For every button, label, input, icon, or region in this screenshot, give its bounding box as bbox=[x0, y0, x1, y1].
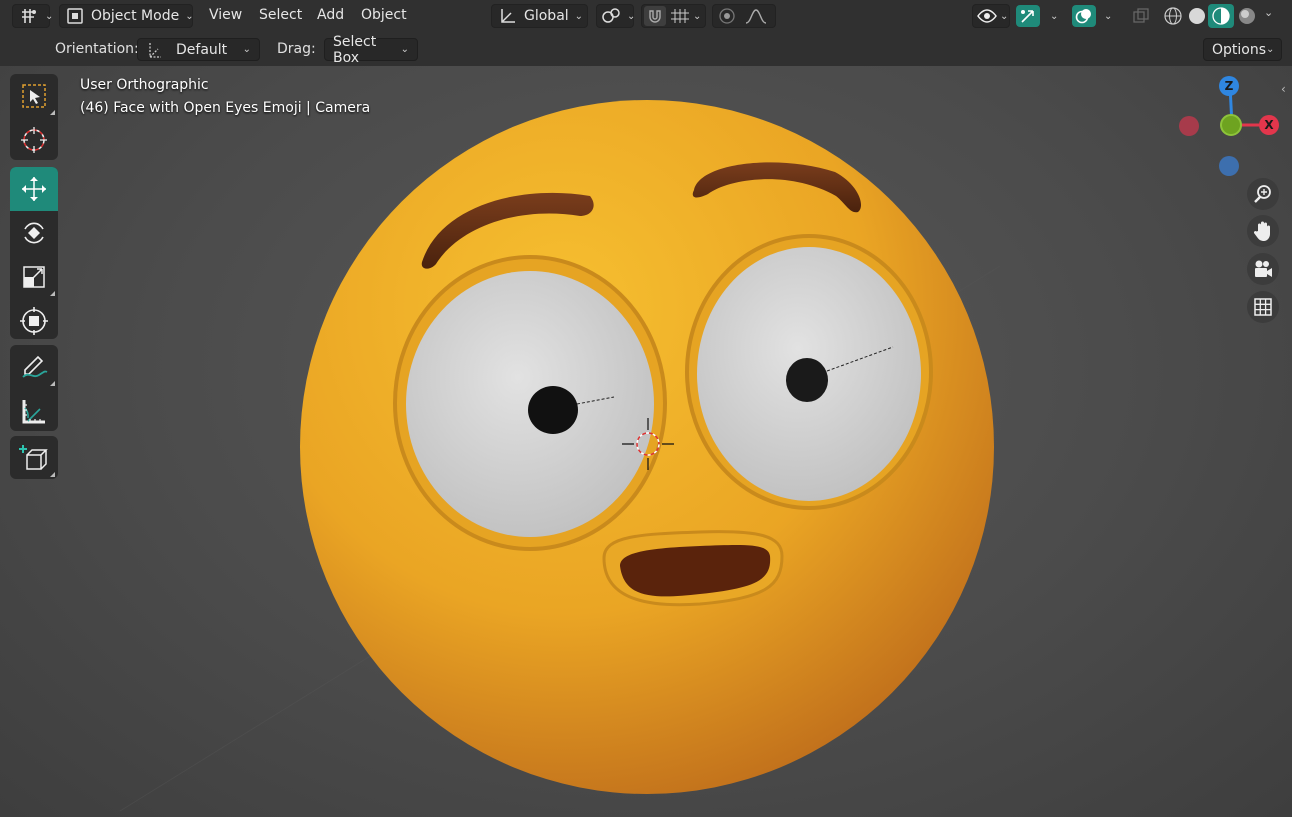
gizmo-toggle[interactable]: ⌄ bbox=[1016, 4, 1068, 28]
navigation-gizmo[interactable]: Z X bbox=[1172, 70, 1282, 180]
scale-tool[interactable] bbox=[10, 255, 58, 299]
material-sphere-icon bbox=[1212, 7, 1230, 25]
drag-setting-dropdown[interactable]: Select Box ⌄ bbox=[324, 34, 418, 66]
snap-group: ⌄ bbox=[641, 4, 706, 28]
falloff-curve-icon[interactable] bbox=[745, 7, 767, 25]
camera-view-button[interactable] bbox=[1247, 253, 1279, 285]
orientation-setting-label: Orientation: bbox=[55, 41, 139, 57]
add-cube-tool[interactable] bbox=[10, 436, 58, 479]
select-box-icon bbox=[22, 84, 46, 108]
hand-pan-icon bbox=[1253, 221, 1270, 241]
rotate-tool[interactable] bbox=[10, 211, 58, 255]
object-mode-icon bbox=[66, 7, 84, 25]
scale-icon bbox=[23, 266, 45, 288]
toolbar-group-add bbox=[10, 436, 58, 479]
orientation-axes-icon bbox=[498, 7, 516, 25]
add-cube-icon bbox=[19, 445, 48, 470]
viewport-editor-icon bbox=[19, 8, 39, 24]
gizmo-neg-z-axis[interactable] bbox=[1219, 156, 1239, 176]
ortho-toggle-button[interactable] bbox=[1247, 291, 1279, 323]
shading-options-caret[interactable]: ⌄ bbox=[1264, 6, 1273, 19]
orientation-label: Global bbox=[524, 8, 569, 24]
transform-orientation-dropdown[interactable]: Global ⌄ bbox=[491, 4, 588, 28]
sidebar-toggle-chevron-icon[interactable]: ‹ bbox=[1281, 82, 1286, 96]
toolbar-group-transform bbox=[10, 167, 58, 339]
object-info: (46) Face with Open Eyes Emoji | Camera bbox=[80, 100, 371, 116]
measure-tool[interactable] bbox=[10, 389, 58, 431]
rotate-icon bbox=[24, 222, 44, 244]
proportional-editing-icon[interactable] bbox=[715, 6, 739, 26]
editor-type-button[interactable]: ⌄ bbox=[12, 4, 53, 28]
viewport-header: ⌄ Object Mode ⌄ View Select Add Object G… bbox=[0, 0, 1292, 32]
camera-icon bbox=[1255, 260, 1272, 277]
pivot-point-icon bbox=[601, 7, 621, 25]
snap-increment-icon[interactable] bbox=[670, 8, 690, 24]
mode-dropdown[interactable]: Object Mode ⌄ bbox=[59, 4, 194, 28]
pan-button[interactable] bbox=[1247, 215, 1279, 247]
transform-icon bbox=[20, 307, 48, 335]
cursor-tool[interactable] bbox=[10, 118, 58, 160]
gizmo-y-axis[interactable] bbox=[1220, 114, 1242, 136]
magnet-snap-icon[interactable] bbox=[644, 6, 666, 26]
visibility-dropdown[interactable]: ⌄ bbox=[972, 4, 1010, 28]
zoom-icon bbox=[1254, 185, 1271, 203]
menu-add[interactable]: Add bbox=[317, 7, 344, 23]
orientation-setting-dropdown[interactable]: Default ⌄ bbox=[137, 38, 260, 61]
grid-icon bbox=[1254, 298, 1272, 316]
mode-label: Object Mode bbox=[91, 8, 180, 24]
eye-icon bbox=[977, 8, 997, 24]
measure-ruler-icon bbox=[22, 400, 45, 424]
gizmo-x-axis[interactable]: X bbox=[1259, 115, 1279, 135]
options-label: Options bbox=[1212, 41, 1267, 58]
orientation-default-icon bbox=[146, 42, 162, 58]
gizmo-icon bbox=[1016, 5, 1040, 27]
drag-setting-label: Drag: bbox=[277, 41, 316, 57]
orientation-setting-value: Default bbox=[176, 41, 228, 58]
solid-sphere-icon bbox=[1189, 8, 1205, 24]
xray-icon[interactable] bbox=[1132, 7, 1150, 25]
menu-view[interactable]: View bbox=[209, 7, 242, 23]
overlay-icon bbox=[1072, 5, 1096, 27]
toolbar-group-annotate bbox=[10, 345, 58, 431]
cursor-icon bbox=[21, 127, 47, 153]
menu-object[interactable]: Object bbox=[361, 7, 407, 23]
solid-shading-button[interactable] bbox=[1186, 5, 1208, 27]
options-dropdown[interactable]: Options ⌄ bbox=[1203, 38, 1282, 61]
gizmo-z-axis[interactable]: Z bbox=[1219, 76, 1239, 96]
material-preview-shading-button[interactable] bbox=[1208, 4, 1234, 28]
rendered-shading-button[interactable] bbox=[1236, 5, 1258, 27]
menu-select[interactable]: Select bbox=[259, 7, 302, 23]
wireframe-shading-button[interactable] bbox=[1162, 5, 1184, 27]
overlay-toggle[interactable]: ⌄ bbox=[1072, 4, 1122, 28]
proportional-group bbox=[712, 4, 776, 28]
move-tool[interactable] bbox=[10, 167, 58, 211]
pivot-point-dropdown[interactable]: ⌄ bbox=[596, 4, 635, 28]
drag-setting-value: Select Box bbox=[333, 33, 377, 66]
wireframe-sphere-icon bbox=[1164, 7, 1182, 25]
viewport-canvas[interactable] bbox=[0, 66, 1292, 817]
left-pupil bbox=[528, 386, 578, 434]
select-box-tool[interactable] bbox=[10, 74, 58, 118]
rendered-sphere-icon bbox=[1239, 8, 1255, 24]
view-name: User Orthographic bbox=[80, 77, 209, 93]
right-pupil bbox=[786, 358, 828, 402]
toolbar-group-select bbox=[10, 74, 58, 160]
annotate-pencil-icon bbox=[22, 355, 48, 378]
move-icon bbox=[22, 177, 46, 201]
zoom-button[interactable] bbox=[1247, 178, 1279, 210]
transform-tool[interactable] bbox=[10, 299, 58, 339]
gizmo-neg-x-axis[interactable] bbox=[1179, 116, 1199, 136]
annotate-tool[interactable] bbox=[10, 345, 58, 389]
